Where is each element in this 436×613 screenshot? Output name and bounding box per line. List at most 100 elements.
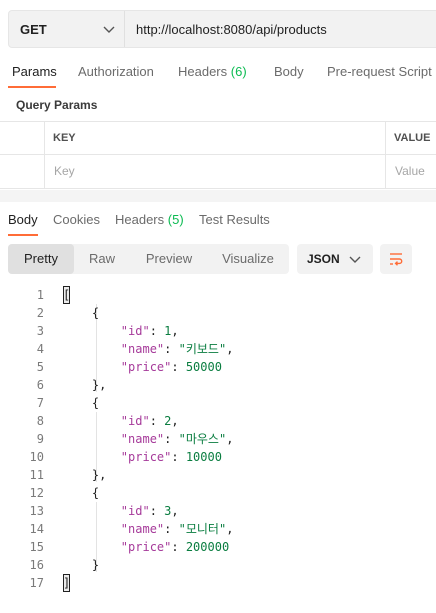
line-number: 15	[29, 540, 44, 554]
line-number: 11	[29, 468, 44, 482]
tab-body[interactable]: Body	[274, 64, 304, 79]
code-line: 7 {	[0, 394, 436, 412]
tab-label: Test Results	[199, 212, 270, 227]
tab-label: Params	[12, 64, 57, 79]
line-number: 13	[29, 504, 44, 518]
code-line: 13 "id": 3,	[0, 502, 436, 520]
code-line: 6 },	[0, 376, 436, 394]
code-line: 4 "name": "키보드",	[0, 340, 436, 358]
bracket-close: ]	[63, 574, 71, 592]
code-line: 2 {	[0, 304, 436, 322]
bracket-open: [	[63, 286, 71, 304]
view-raw[interactable]: Raw	[74, 244, 130, 274]
code-line: 1[	[0, 286, 436, 304]
line-number: 6	[36, 378, 44, 392]
line-number: 8	[36, 414, 44, 428]
json-key: "price"	[120, 450, 172, 464]
tab-params[interactable]: Params	[12, 64, 57, 79]
line-number: 3	[36, 324, 44, 338]
line-number: 9	[36, 432, 44, 446]
line-number: 5	[36, 360, 44, 374]
tab-label: Headers	[115, 212, 165, 227]
line-number: 16	[29, 558, 44, 572]
tab-label: Body	[274, 64, 304, 79]
value-column-header: VALUE	[394, 132, 431, 144]
tab-label: Headers	[178, 64, 228, 79]
json-value: "키보드"	[178, 342, 227, 356]
line-number: 10	[29, 450, 44, 464]
url-input[interactable]: http://localhost:8080/api/products	[136, 22, 327, 37]
format-label: JSON	[307, 252, 340, 266]
active-tab-indicator	[8, 234, 38, 236]
json-value: 10000	[185, 450, 222, 464]
json-key: "name"	[120, 342, 165, 356]
json-value: 200000	[185, 540, 230, 554]
param-key-input[interactable]: Key	[54, 164, 75, 178]
divider	[0, 154, 436, 155]
json-key: "price"	[120, 540, 172, 554]
tab-response-headers[interactable]: Headers (5)	[115, 212, 184, 227]
view-visualize[interactable]: Visualize	[210, 244, 286, 274]
code-line: 10 "price": 10000	[0, 448, 436, 466]
headers-count: (6)	[230, 64, 247, 79]
format-select[interactable]: JSON	[297, 244, 373, 274]
tab-authorization[interactable]: Authorization	[78, 64, 154, 79]
line-number: 1	[36, 288, 44, 302]
tab-label: Authorization	[78, 64, 154, 79]
line-number: 12	[29, 486, 44, 500]
tab-label: Body	[8, 212, 38, 227]
json-key: "price"	[120, 360, 172, 374]
active-tab-indicator	[8, 86, 56, 88]
code-line: 15 "price": 200000	[0, 538, 436, 556]
code-line: 14 "name": "모니터",	[0, 520, 436, 538]
chevron-down-icon	[103, 26, 115, 33]
param-value-input[interactable]: Value	[395, 164, 425, 178]
tab-label: Pre-request Script	[327, 64, 432, 79]
code-line: 3 "id": 1,	[0, 322, 436, 340]
view-pretty[interactable]: Pretty	[8, 244, 74, 274]
json-key: "id"	[120, 324, 150, 338]
key-column-header: KEY	[53, 132, 76, 144]
json-value: 50000	[185, 360, 222, 374]
line-number: 7	[36, 396, 44, 410]
line-number: 2	[36, 306, 44, 320]
divider	[0, 121, 436, 122]
json-value: 2	[164, 414, 172, 428]
view-mode-switch: Pretty Raw Preview Visualize	[8, 244, 289, 274]
code-line: 8 "id": 2,	[0, 412, 436, 430]
line-number: 4	[36, 342, 44, 356]
divider	[44, 121, 45, 188]
tab-pre-request-script[interactable]: Pre-request Script	[327, 64, 432, 79]
json-value: 1	[164, 324, 172, 338]
json-key: "name"	[120, 432, 165, 446]
pane-splitter[interactable]	[0, 190, 436, 202]
line-number: 14	[29, 522, 44, 536]
view-preview[interactable]: Preview	[133, 244, 205, 274]
method-select[interactable]: GET	[9, 11, 125, 47]
code-line: 16 }	[0, 556, 436, 574]
line-number: 17	[29, 576, 44, 590]
wrap-lines-button[interactable]	[380, 244, 412, 274]
response-body-viewer[interactable]: 1[ 2 { 3 "id": 1, 4 "name": "키보드", 5 "pr…	[0, 286, 436, 592]
response-tabs: Body Cookies Headers (5) Test Results	[0, 212, 436, 238]
code-line: 5 "price": 50000	[0, 358, 436, 376]
tab-cookies[interactable]: Cookies	[53, 212, 100, 227]
tab-label: Cookies	[53, 212, 100, 227]
code-line: 17]	[0, 574, 436, 592]
query-params-table: KEY VALUE Key Value	[0, 121, 436, 189]
method-label: GET	[20, 22, 47, 37]
headers-count: (5)	[167, 212, 184, 227]
chevron-down-icon	[349, 256, 361, 263]
tab-headers[interactable]: Headers (6)	[178, 64, 247, 79]
json-key: "id"	[120, 414, 150, 428]
code-line: 9 "name": "마우스",	[0, 430, 436, 448]
request-bar: GET http://localhost:8080/api/products	[8, 10, 436, 48]
json-key: "id"	[120, 504, 150, 518]
json-key: "name"	[120, 522, 165, 536]
query-params-title: Query Params	[16, 98, 98, 112]
json-value: "마우스"	[178, 432, 227, 446]
tab-response-body[interactable]: Body	[8, 212, 38, 227]
tab-test-results[interactable]: Test Results	[199, 212, 270, 227]
code-line: 11 },	[0, 466, 436, 484]
code-line: 12 {	[0, 484, 436, 502]
